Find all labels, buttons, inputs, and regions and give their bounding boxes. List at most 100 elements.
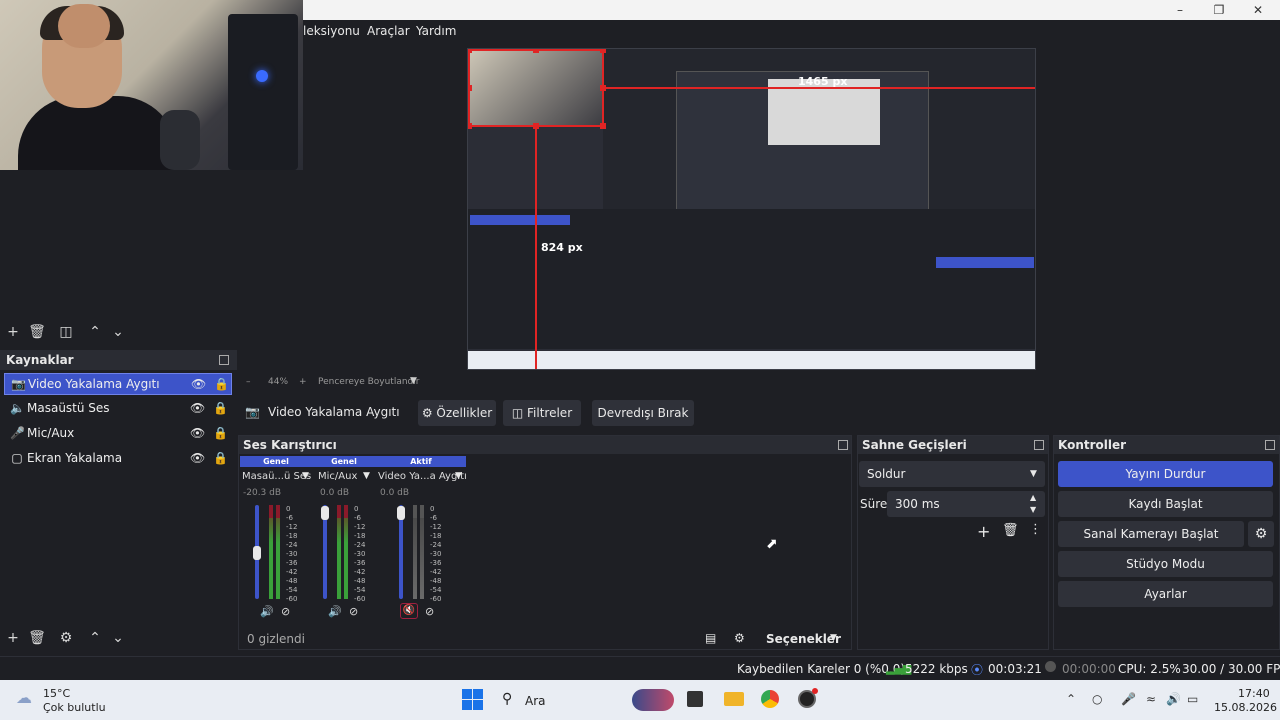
popout-icon[interactable] xyxy=(838,440,848,450)
settings-button[interactable]: Ayarlar xyxy=(1058,581,1273,607)
stop-stream-button[interactable]: Yayını Durdur xyxy=(1058,461,1273,487)
resize-handle[interactable] xyxy=(468,123,472,129)
virtual-camera-button[interactable]: Sanal Kamerayı Başlat xyxy=(1058,521,1244,547)
cloud-icon[interactable]: ☁ xyxy=(16,688,32,707)
zoom-plus-icon[interactable]: + xyxy=(299,377,307,387)
speaker-icon[interactable]: 🔊 xyxy=(328,605,342,618)
search-icon[interactable]: ⚲ xyxy=(502,691,512,707)
search-box[interactable]: Ara xyxy=(525,694,546,708)
bitrate: 5222 kbps xyxy=(905,662,968,676)
maximize-icon[interactable]: ❐ xyxy=(1204,2,1234,18)
duration-input[interactable]: 300 ms xyxy=(887,491,1045,517)
channel-db: 0.0 dB xyxy=(380,488,410,498)
source-item-desktop-audio[interactable]: 🔈 Masaüstü Ses 👁 🔒 xyxy=(4,398,232,420)
chevron-down-icon[interactable]: ▼ xyxy=(302,471,309,481)
resize-handle[interactable] xyxy=(600,85,606,91)
properties-button[interactable]: ⚙ Özellikler xyxy=(418,400,496,426)
chrome-icon[interactable] xyxy=(761,690,779,708)
popout-icon[interactable] xyxy=(219,355,229,365)
menu-item-collections[interactable]: leksiyonu xyxy=(303,24,360,38)
scale-mode[interactable]: Pencereye Boyutlandır xyxy=(318,377,419,387)
monitor-off-icon[interactable]: ⊘ xyxy=(425,605,434,618)
resize-handle[interactable] xyxy=(468,85,472,91)
eye-icon[interactable]: 👁 xyxy=(190,451,205,465)
filters-button[interactable]: ◫ Filtreler xyxy=(503,400,581,426)
battery-icon[interactable]: ▭ xyxy=(1187,692,1198,706)
start-recording-button[interactable]: Kaydı Başlat xyxy=(1058,491,1273,517)
source-item-mic-aux[interactable]: 🎤 Mic/Aux 👁 🔒 xyxy=(4,423,232,445)
chevron-down-icon[interactable]: ▼ xyxy=(455,471,462,481)
clock-date[interactable]: 15.08.2026 xyxy=(1214,701,1277,714)
wifi-icon[interactable]: ≈ xyxy=(1146,692,1156,706)
resize-handle[interactable] xyxy=(468,49,472,53)
chevron-down-icon[interactable]: ▼ xyxy=(830,633,837,643)
resize-handle[interactable] xyxy=(533,123,539,129)
chevron-down-icon[interactable]: ▼ xyxy=(410,376,417,386)
fader-knob[interactable] xyxy=(321,506,329,520)
resize-handle[interactable] xyxy=(533,49,539,53)
volume-icon[interactable]: 🔊 xyxy=(1166,692,1181,706)
filter-icon[interactable]: ◫ xyxy=(57,323,75,341)
fader-knob[interactable] xyxy=(397,506,405,520)
nested-source-active xyxy=(470,215,570,225)
minimize-icon[interactable]: – xyxy=(1165,2,1195,18)
arrow-down-icon[interactable]: ⌄ xyxy=(109,323,127,341)
gear-icon[interactable]: ⚙ xyxy=(734,631,745,645)
add-transition-icon[interactable]: + xyxy=(977,522,990,541)
lock-icon[interactable]: 🔒 xyxy=(214,377,229,391)
lock-icon[interactable]: 🔒 xyxy=(213,401,228,415)
monitor-off-icon[interactable]: ⊘ xyxy=(349,605,358,618)
monitor-off-icon[interactable]: ⊘ xyxy=(281,605,290,618)
arrow-up-icon[interactable]: ⌃ xyxy=(86,323,104,341)
popout-icon[interactable] xyxy=(1034,440,1044,450)
record-icon xyxy=(1045,661,1056,672)
duration-label: Süre xyxy=(860,497,888,511)
eye-icon[interactable]: 👁 xyxy=(190,401,205,415)
windows-start-icon[interactable] xyxy=(462,689,484,711)
stepper-icon[interactable]: ▲ ▼ xyxy=(1030,492,1036,516)
trash-icon[interactable]: 🗑 xyxy=(28,629,46,647)
source-item-screen-capture[interactable]: ▢ Ekran Yakalama 👁 🔒 xyxy=(4,448,232,470)
task-view-icon[interactable] xyxy=(687,691,703,707)
transition-select[interactable]: Soldur xyxy=(859,461,1045,487)
menu-item-tools[interactable]: Araçlar xyxy=(367,24,410,38)
add-source-icon[interactable]: + xyxy=(4,629,22,647)
selection-box[interactable] xyxy=(468,49,604,127)
lock-icon[interactable]: 🔒 xyxy=(213,451,228,465)
deactivate-button[interactable]: Devredışı Bırak xyxy=(592,400,694,426)
widget-banner-icon[interactable] xyxy=(632,689,674,711)
resize-handle[interactable] xyxy=(600,123,606,129)
menu-item-help[interactable]: Yardım xyxy=(416,24,456,38)
trash-icon[interactable]: 🗑 xyxy=(28,323,46,341)
current-source-label: Video Yakalama Aygıtı xyxy=(268,405,400,419)
studio-mode-button[interactable]: Stüdyo Modu xyxy=(1058,551,1273,577)
trash-icon[interactable]: 🗑 xyxy=(1002,523,1019,538)
close-icon[interactable]: ✕ xyxy=(1243,2,1273,18)
gear-icon[interactable]: ⚙ xyxy=(1248,521,1274,547)
eye-icon[interactable]: 👁 xyxy=(191,377,206,391)
gear-icon[interactable]: ⚙ xyxy=(57,629,75,647)
arrow-up-icon[interactable]: ⌃ xyxy=(86,629,104,647)
microphone-icon[interactable]: 🎤 xyxy=(1121,692,1136,706)
source-item-video-capture[interactable]: 📷 Video Yakalama Aygıtı 👁 🔒 xyxy=(4,373,232,395)
fader-knob[interactable] xyxy=(253,546,261,560)
add-scene-icon[interactable]: + xyxy=(4,323,22,341)
layout-icon[interactable]: ▤ xyxy=(705,631,716,645)
chevron-down-icon[interactable]: ▼ xyxy=(1030,469,1037,479)
zoom-minus-icon[interactable]: – xyxy=(246,377,251,387)
chevron-down-icon[interactable]: ▼ xyxy=(363,471,370,481)
chevron-up-icon[interactable]: ⌃ xyxy=(1066,692,1076,706)
speaker-icon[interactable]: 🔊 xyxy=(260,605,274,618)
lock-icon[interactable]: 🔒 xyxy=(213,426,228,440)
clock-time[interactable]: 17:40 xyxy=(1238,687,1270,700)
folder-icon[interactable] xyxy=(724,692,744,706)
eye-icon[interactable]: 👁 xyxy=(190,426,205,440)
preview-canvas[interactable]: 1465 px 824 px xyxy=(467,48,1036,370)
arrow-down-icon[interactable]: ⌄ xyxy=(109,629,127,647)
network-icon[interactable]: ○ xyxy=(1092,692,1102,706)
speaker-icon: 🔈 xyxy=(10,401,25,415)
popout-icon[interactable] xyxy=(1265,440,1275,450)
resize-handle[interactable] xyxy=(600,49,606,53)
muted-speaker-icon[interactable]: 🔇 xyxy=(400,603,418,619)
more-icon[interactable]: ⋮ xyxy=(1029,522,1042,537)
